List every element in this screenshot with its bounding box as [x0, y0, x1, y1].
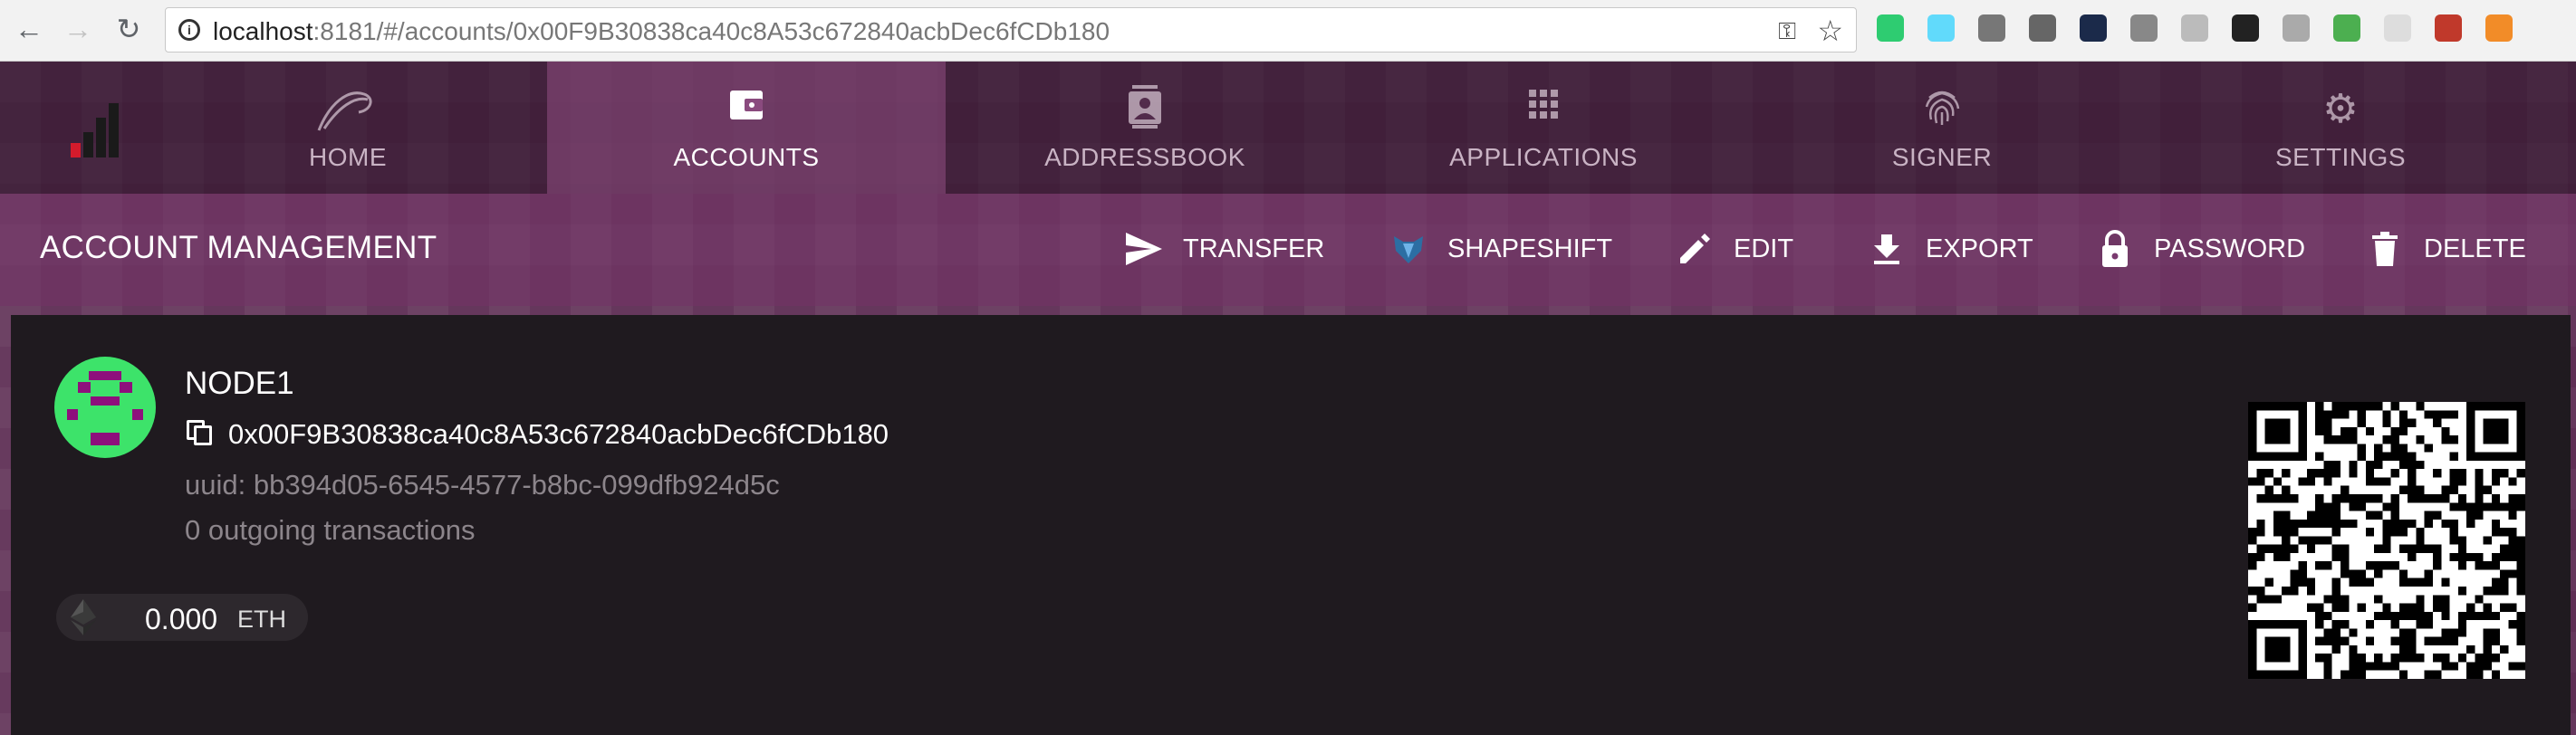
edit-button[interactable]: EDIT — [1674, 226, 1793, 272]
nav-tab-home[interactable]: HOME — [149, 62, 547, 194]
nav-tab-label: APPLICATIONS — [1449, 143, 1638, 171]
nav-tab-label: HOME — [309, 143, 387, 171]
wallet-icon — [726, 85, 766, 134]
metamask-icon[interactable] — [2485, 14, 2513, 42]
account-name[interactable]: NODE1 — [185, 366, 294, 402]
nav-tab-applications[interactable]: APPLICATIONS — [1344, 62, 1743, 194]
action-bar: ACCOUNT MANAGEMENT TRANSFER SHAPESHIFT E… — [0, 194, 2576, 306]
back-arrow-icon[interactable]: ← — [11, 11, 47, 47]
balance-unit: ETH — [237, 606, 286, 633]
browser-toolbar: ← → ↻ i localhost:8181/#/accounts/0x00F9… — [0, 0, 2576, 62]
nav-tab-accounts[interactable]: ACCOUNTS — [547, 62, 946, 194]
nav-tab-label: ADDRESSBOOK — [1044, 143, 1245, 171]
action-label: PASSWORD — [2154, 234, 2306, 263]
lock-icon — [2094, 228, 2136, 270]
address-bar[interactable]: i localhost:8181/#/accounts/0x00F9B30838… — [165, 7, 1857, 52]
identicon-avatar — [54, 357, 156, 458]
balance-value: 0.000 — [145, 603, 218, 635]
copy-icon[interactable] — [187, 420, 214, 447]
address-qr-code — [2248, 402, 2525, 679]
url-text: localhost:8181/#/accounts/0x00F9B30838ca… — [213, 17, 1110, 45]
account-address: 0x00F9B30838ca40c8A53c672840acbDec6fCDb1… — [228, 418, 889, 450]
ext-7-icon[interactable] — [2181, 14, 2208, 42]
ext-6-icon[interactable] — [2130, 14, 2158, 42]
nav-tab-signer[interactable]: SIGNER — [1743, 62, 2141, 194]
ext-4-icon[interactable] — [2029, 14, 2056, 42]
reload-icon[interactable]: ↻ — [111, 11, 147, 47]
key-icon[interactable]: ⚿ — [1778, 17, 1796, 46]
panda-icon[interactable] — [2232, 14, 2259, 42]
gear-icon: ⚙ — [2322, 87, 2359, 131]
fingerprint-icon — [1922, 85, 1962, 134]
delete-button[interactable]: DELETE — [2364, 226, 2526, 272]
action-label: SHAPESHIFT — [1447, 234, 1613, 263]
action-label: DELETE — [2424, 234, 2526, 263]
balance-chip: 0.000 ETH — [56, 594, 308, 641]
info-icon[interactable]: i — [178, 19, 200, 41]
ext-12-icon[interactable] — [2435, 14, 2462, 42]
shield-icon[interactable] — [2384, 14, 2411, 42]
apps-grid-icon — [1525, 85, 1562, 134]
signal-logo-icon[interactable] — [63, 94, 121, 158]
parity-app: HOME ACCOUNTS ADDRESSBOOK APPLICATIONS S… — [0, 62, 2576, 735]
account-uuid: uuid: bb394d05-6545-4577-b8bc-099dfb924d… — [185, 469, 780, 501]
parity-logo-icon — [312, 85, 384, 134]
nav-tab-label: SETTINGS — [2274, 143, 2406, 171]
forward-arrow-icon[interactable]: → — [60, 11, 96, 47]
send-icon — [1123, 228, 1165, 270]
ext-1-icon[interactable] — [1877, 14, 1904, 42]
nav-tab-addressbook[interactable]: ADDRESSBOOK — [946, 62, 1344, 194]
transfer-button[interactable]: TRANSFER — [1123, 226, 1324, 272]
ext-9-icon[interactable] — [2283, 14, 2310, 42]
account-details-card: NODE1 0x00F9B30838ca40c8A53c672840acbDec… — [11, 315, 2571, 735]
ethereum-icon — [63, 597, 103, 637]
shapeshift-button[interactable]: SHAPESHIFT — [1388, 226, 1612, 272]
react-devtools-icon[interactable] — [1927, 14, 1955, 42]
download-icon — [1866, 228, 1908, 270]
bookmark-star-icon[interactable]: ☆ — [1817, 14, 1843, 48]
contact-card-icon — [1125, 85, 1165, 134]
action-label: EXPORT — [1926, 234, 2033, 263]
transaction-count: 0 outgoing transactions — [185, 514, 476, 546]
pencil-icon — [1674, 228, 1716, 270]
page-title: ACCOUNT MANAGEMENT — [40, 230, 437, 265]
action-label: TRANSFER — [1183, 234, 1325, 263]
trash-icon — [2364, 228, 2406, 270]
ext-5-icon[interactable] — [2080, 14, 2107, 42]
nav-tab-label: SIGNER — [1891, 143, 1993, 171]
nav-tab-settings[interactable]: ⚙ SETTINGS — [2141, 62, 2540, 194]
nav-tab-label: ACCOUNTS — [673, 143, 820, 171]
wechat-icon[interactable] — [2333, 14, 2360, 42]
shapeshift-fox-icon — [1388, 228, 1429, 270]
export-button[interactable]: EXPORT — [1866, 226, 2033, 272]
ext-3-icon[interactable] — [1978, 14, 2005, 42]
password-button[interactable]: PASSWORD — [2094, 226, 2305, 272]
top-navigation: HOME ACCOUNTS ADDRESSBOOK APPLICATIONS S… — [0, 62, 2576, 194]
action-label: EDIT — [1734, 234, 1794, 263]
